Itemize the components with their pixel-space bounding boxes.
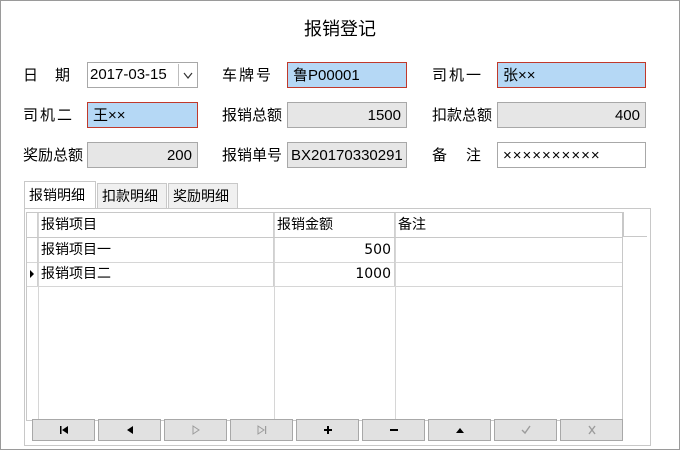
tab-reimburse-detail[interactable]: 报销明细	[24, 181, 96, 209]
cell-note[interactable]	[395, 238, 622, 262]
insert-record-button[interactable]	[296, 419, 359, 441]
remark-label: 备 注	[432, 146, 484, 164]
reward-field: 200	[87, 142, 198, 168]
tab-reward-detail[interactable]: 奖励明细	[168, 183, 238, 209]
chevron-down-icon	[183, 72, 192, 79]
deduct-field: 400	[497, 102, 646, 128]
cancel-record-button[interactable]	[560, 419, 623, 441]
total-field: 1500	[287, 102, 407, 128]
reward-label: 奖励总额	[23, 146, 84, 164]
next-record-icon	[192, 425, 200, 435]
caret-right-icon	[30, 270, 34, 278]
minus-icon	[389, 429, 398, 431]
delete-record-button[interactable]	[362, 419, 425, 441]
cell-item[interactable]: 报销项目二	[38, 262, 274, 286]
order-field: BX20170330291	[287, 142, 407, 168]
table-row[interactable]: 报销项目一 500	[27, 238, 622, 263]
row-indicator	[27, 213, 38, 237]
column-header-note[interactable]: 备注	[395, 213, 622, 237]
plate-label: 车牌号	[222, 66, 274, 84]
deduct-label: 扣款总额	[432, 106, 493, 124]
driver2-label: 司机二	[23, 106, 75, 124]
column-header-item[interactable]: 报销项目	[38, 213, 274, 237]
cell-amount[interactable]: 1000	[274, 262, 395, 286]
checkmark-icon	[521, 425, 531, 435]
current-row-indicator	[27, 262, 38, 286]
close-icon	[587, 425, 596, 435]
date-dropdown-button[interactable]	[178, 64, 196, 86]
date-value[interactable]: 2017-03-15	[90, 63, 167, 87]
cell-note[interactable]	[395, 262, 622, 286]
edit-record-button[interactable]	[428, 419, 491, 441]
driver2-field[interactable]: 王××	[87, 102, 198, 128]
row-indicator	[27, 238, 38, 262]
next-record-button[interactable]	[164, 419, 227, 441]
triangle-up-icon	[455, 428, 464, 433]
prev-record-icon	[126, 426, 133, 434]
post-record-button[interactable]	[494, 419, 557, 441]
last-record-button[interactable]	[230, 419, 293, 441]
tab-panel: 报销项目 报销金额 备注 报销项目一 500 报销项目二 1000	[24, 208, 651, 446]
first-record-button[interactable]	[32, 419, 95, 441]
remark-field[interactable]: ××××××××××	[497, 142, 646, 168]
page-title: 报销登记	[304, 19, 376, 40]
driver1-field[interactable]: 张××	[497, 62, 646, 88]
tab-deduct-detail[interactable]: 扣款明细	[97, 183, 167, 209]
grid-scrollbar[interactable]	[623, 212, 647, 237]
date-label: 日 期	[23, 66, 72, 84]
table-row[interactable]: 报销项目二 1000	[27, 262, 622, 287]
column-header-amount[interactable]: 报销金额	[274, 213, 395, 237]
total-label: 报销总额	[222, 106, 283, 124]
first-record-icon	[59, 426, 68, 434]
last-record-icon	[257, 425, 266, 435]
cell-amount[interactable]: 500	[274, 238, 395, 262]
plus-icon	[323, 426, 332, 434]
driver1-label: 司机一	[432, 66, 484, 84]
grid-header: 报销项目 报销金额 备注	[27, 213, 622, 238]
date-picker[interactable]: 2017-03-15	[87, 62, 198, 88]
plate-field[interactable]: 鲁P00001	[287, 62, 407, 88]
prev-record-button[interactable]	[98, 419, 161, 441]
cell-item[interactable]: 报销项目一	[38, 238, 274, 262]
order-label: 报销单号	[222, 146, 283, 164]
detail-grid: 报销项目 报销金额 备注 报销项目一 500 报销项目二 1000	[26, 212, 623, 421]
